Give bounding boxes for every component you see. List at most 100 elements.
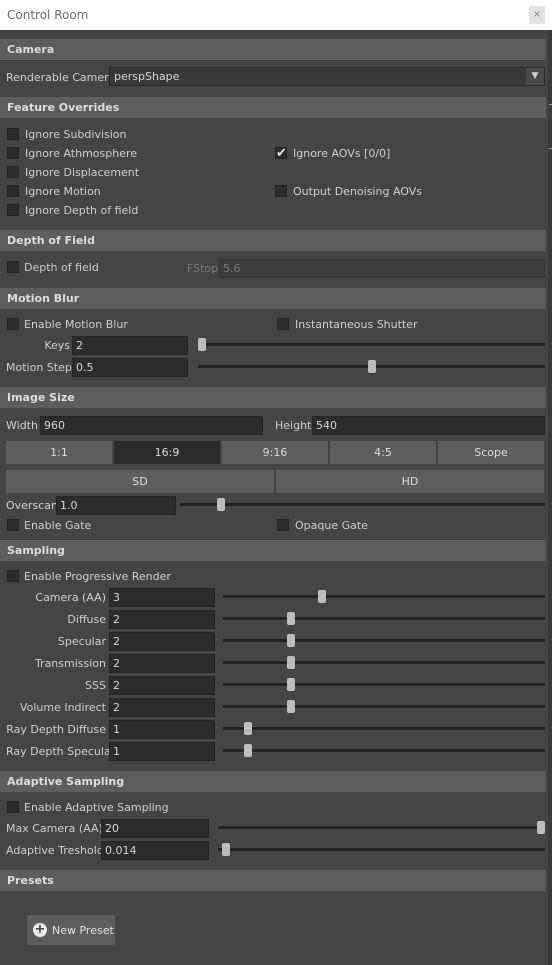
section-feature-overrides[interactable]: Feature Overrides — [0, 97, 546, 118]
ignore-subdivision-label: Ignore Subdivision — [25, 128, 127, 141]
sss-slider-track[interactable] — [223, 683, 545, 686]
ignore-displacement-label: Ignore Displacement — [25, 166, 140, 179]
sss-slider-handle[interactable] — [287, 678, 295, 691]
ignore-atmosphere-label: Ignore Athmosphere — [25, 147, 138, 160]
max-camera-aa-slider-track[interactable] — [218, 826, 545, 829]
ignore-dof-checkbox[interactable] — [7, 204, 19, 216]
ignore-dof-label: Ignore Depth of field — [25, 204, 139, 217]
adaptive-threshold-label: Adaptive Treshold — [6, 844, 104, 857]
height-field[interactable]: 540 — [312, 416, 545, 435]
instantaneous-shutter-checkbox[interactable] — [277, 318, 289, 330]
ignore-aovs-checkbox[interactable]: ✔ — [275, 147, 287, 160]
fstop-label: FStop — [187, 262, 219, 275]
enable-gate-label: Enable Gate — [24, 519, 92, 532]
section-motion-blur[interactable]: Motion Blur — [0, 288, 546, 309]
camera-aa-slider-track[interactable] — [223, 595, 545, 598]
adaptive-threshold-slider-track[interactable] — [218, 848, 545, 851]
volume-indirect-slider-track[interactable] — [223, 705, 545, 708]
renderable-camera-dropdown[interactable]: perspShape — [109, 67, 545, 86]
ray-depth-specular-label: Ray Depth Specular — [6, 745, 116, 758]
motion-step-slider-handle[interactable] — [368, 360, 376, 373]
section-image-size[interactable]: Image Size — [0, 387, 546, 408]
renderable-camera-label: Renderable Camera — [6, 71, 116, 84]
ray-depth-diffuse-slider-track[interactable] — [223, 727, 545, 730]
keys-slider-track[interactable] — [198, 343, 545, 346]
output-denoising-label: Output Denoising AOVs — [293, 185, 422, 198]
ratio-button-4-5[interactable]: 4:5 — [330, 441, 436, 464]
ignore-atmosphere-checkbox[interactable] — [7, 147, 19, 159]
camera-aa-label: Camera (AA) — [35, 591, 106, 604]
camera-aa-field[interactable]: 3 — [109, 588, 215, 607]
ignore-displacement-checkbox[interactable] — [7, 166, 19, 178]
diffuse-slider-track[interactable] — [223, 617, 545, 620]
enable-adaptive-checkbox[interactable] — [7, 801, 19, 813]
fstop-field[interactable]: 5.6 — [219, 259, 545, 278]
ignore-motion-checkbox[interactable] — [7, 185, 19, 197]
overscan-field[interactable]: 1.0 — [56, 496, 176, 515]
volume-indirect-slider-handle[interactable] — [287, 700, 295, 713]
transmission-field[interactable]: 2 — [109, 654, 215, 673]
overscan-slider-track[interactable] — [180, 503, 545, 506]
ratio-button-scope[interactable]: Scope — [438, 441, 544, 464]
adaptive-threshold-field[interactable]: 0.014 — [101, 841, 209, 860]
diffuse-label: Diffuse — [67, 613, 106, 626]
overscan-label: Overscan — [6, 499, 58, 512]
diffuse-field[interactable]: 2 — [109, 610, 215, 629]
enable-motion-blur-label: Enable Motion Blur — [24, 318, 128, 331]
section-depth-of-field[interactable]: Depth of Field — [0, 230, 546, 251]
camera-aa-slider-handle[interactable] — [318, 590, 326, 603]
ratio-button-9-16[interactable]: 9:16 — [222, 441, 328, 464]
volume-indirect-field[interactable]: 2 — [109, 698, 215, 717]
keys-label: Keys — [44, 339, 70, 352]
section-camera[interactable]: Camera — [0, 39, 546, 60]
progressive-render-checkbox[interactable] — [7, 570, 19, 582]
ratio-button-1-1[interactable]: 1:1 — [6, 441, 112, 464]
ray-depth-diffuse-field[interactable]: 1 — [109, 720, 215, 739]
opaque-gate-checkbox[interactable] — [277, 519, 289, 531]
dof-enable-label: Depth of field — [24, 261, 99, 274]
sd-button[interactable]: SD — [6, 470, 274, 493]
sss-label: SSS — [85, 679, 106, 692]
enable-gate-checkbox[interactable] — [7, 519, 19, 531]
keys-slider-handle[interactable] — [198, 338, 206, 351]
adaptive-threshold-slider-handle[interactable] — [222, 843, 230, 856]
specular-slider-handle[interactable] — [287, 634, 295, 647]
new-preset-label: New Preset — [52, 924, 114, 937]
plus-circle-icon: + — [33, 922, 47, 937]
ray-depth-specular-slider-handle[interactable] — [244, 744, 252, 757]
ignore-aovs-label: Ignore AOVs [0/0] — [293, 147, 391, 160]
transmission-slider-handle[interactable] — [287, 656, 295, 669]
ignore-motion-label: Ignore Motion — [25, 185, 101, 198]
ray-depth-specular-field[interactable]: 1 — [109, 742, 215, 761]
close-icon[interactable]: × — [529, 6, 545, 24]
renderable-camera-value: perspShape — [114, 70, 180, 83]
motion-step-field[interactable]: 0.5 — [72, 358, 188, 377]
transmission-slider-track[interactable] — [223, 661, 545, 664]
specular-field[interactable]: 2 — [109, 632, 215, 651]
ratio-button-16-9[interactable]: 16:9 — [114, 441, 220, 464]
width-field[interactable]: 960 — [40, 416, 263, 435]
hd-button[interactable]: HD — [276, 470, 544, 493]
volume-indirect-label: Volume Indirect — [19, 701, 106, 714]
max-camera-aa-field[interactable]: 20 — [101, 819, 209, 838]
sss-field[interactable]: 2 — [109, 676, 215, 695]
section-adaptive-sampling[interactable]: Adaptive Sampling — [0, 771, 546, 792]
chevron-down-icon[interactable]: ▼ — [526, 68, 544, 85]
height-label: Height — [275, 419, 312, 432]
specular-label: Specular — [57, 635, 106, 648]
ignore-subdivision-checkbox[interactable] — [7, 128, 19, 140]
dof-enable-checkbox[interactable] — [7, 261, 19, 273]
diffuse-slider-handle[interactable] — [287, 612, 295, 625]
section-presets[interactable]: Presets — [0, 870, 546, 891]
max-camera-aa-label: Max Camera (AA) — [6, 822, 103, 835]
max-camera-aa-slider-handle[interactable] — [537, 821, 545, 834]
specular-slider-track[interactable] — [223, 639, 545, 642]
ray-depth-diffuse-slider-handle[interactable] — [244, 722, 252, 735]
enable-motion-blur-checkbox[interactable] — [7, 318, 19, 330]
keys-field[interactable]: 2 — [72, 336, 188, 355]
output-denoising-checkbox[interactable] — [275, 185, 287, 197]
ray-depth-specular-slider-track[interactable] — [223, 749, 545, 752]
motion-step-label: Motion Step — [6, 361, 72, 374]
section-sampling[interactable]: Sampling — [0, 540, 546, 561]
overscan-slider-handle[interactable] — [217, 498, 225, 511]
